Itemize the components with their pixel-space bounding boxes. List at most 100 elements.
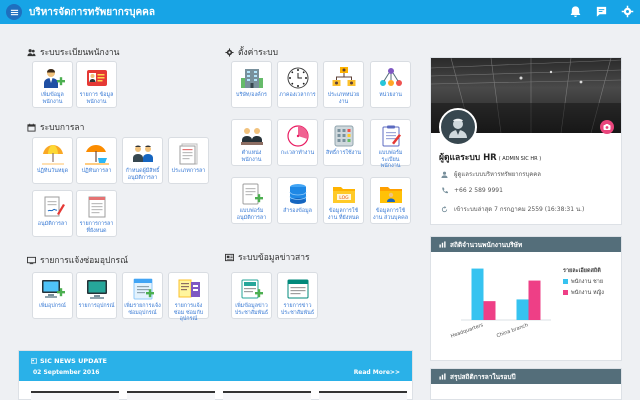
news-thumbnail[interactable] [31, 391, 119, 400]
beach-umbrella-icon [40, 142, 66, 166]
employee-stats-card: สถิติจำนวนพนักงานบริษัท Headquarters Chin… [430, 236, 622, 361]
repair-tools-icon [176, 277, 202, 301]
computer-icon [84, 277, 110, 301]
user-avatar-icon [449, 118, 467, 138]
tile-department[interactable]: ประเภทหน่วยงาน [323, 61, 364, 108]
tile-label: เพิ่มข้อมูลข่าว ประชาสัมพันธ์ [234, 303, 269, 316]
team-icon [130, 142, 156, 166]
bar-headquarters-series-1[interactable] [483, 301, 496, 320]
monitor-icon [27, 256, 36, 265]
section-leave-title: ระบบการลา [27, 120, 84, 134]
tile-label: อนุมัติการลา [37, 221, 68, 227]
tile-unit[interactable]: หน่วยงาน [370, 61, 411, 108]
news-list-icon [285, 277, 311, 301]
tile-company[interactable]: บริษัท/องค์กร [231, 61, 272, 108]
tile-form-setting[interactable]: แบบฟอร์ม อนุมัติการลา [231, 177, 272, 224]
tile-position[interactable]: ตำแหน่งพนักงาน [231, 119, 272, 166]
tile-label: กะเวลาทำงาน [280, 150, 315, 156]
tile-label: เพิ่มรายการแจ้ง ซ่อมอุปกรณ์ [124, 303, 161, 316]
legend-swatch [563, 290, 568, 295]
tile-label: รายการแจ้งซ่อม ซ่อมกับ อุปกรณ์ [173, 303, 204, 322]
news-update-card: SIC NEWS UPDATE 02 September 2016 Read M… [18, 350, 413, 400]
calendar-icon [27, 123, 36, 132]
section-employee-title: ระบบระเบียนพนักงาน [27, 45, 119, 59]
profile-name: ผู้ดูแลระบบ HR( ADMIN SIC HR ) [439, 153, 542, 163]
section-news-title: ระบบข้อมูลข่าวสาร [225, 250, 310, 264]
keypad-icon [331, 124, 357, 148]
leave-stats-card: สรุปสถิติการลาในรอบปี [430, 368, 622, 400]
tile-add-employee[interactable]: เพิ่มข้อมูล พนักงาน [32, 61, 73, 108]
section-settings-title: ตั้งค่าระบบ [225, 45, 278, 59]
add-employee-icon [40, 66, 66, 90]
tile-backup[interactable]: สำรองข้อมูล [277, 177, 318, 224]
settings-gear-icon[interactable] [620, 4, 634, 18]
bar-china-branch-series-0[interactable] [516, 299, 529, 320]
app-title: บริหารจัดการทรัพยากรบุคคล [29, 6, 156, 18]
tile-employee-list[interactable]: รายการ ข้อมูลพนักงาน [76, 61, 117, 108]
profile-phone-row: +66 2 589 9991 [441, 187, 503, 194]
tile-repair-list[interactable]: รายการแจ้งซ่อม ซ่อมกับ อุปกรณ์ [168, 272, 209, 322]
users-icon [27, 48, 36, 57]
tile-label: ภาคองเวลาการ [279, 92, 316, 98]
gear-icon [225, 47, 234, 57]
tile-label: ประเภทการลา [171, 168, 206, 174]
tile-label: รายการอุปกรณ์ [78, 303, 115, 309]
x-tick-label: China branch [496, 322, 529, 339]
bar-chart-icon [439, 373, 446, 380]
legend-item-female: พนักงาน หญิง [563, 289, 604, 297]
news-thumbnail[interactable] [127, 391, 215, 400]
repair-form-icon [130, 277, 156, 301]
tile-add-equipment[interactable]: เพิ่มอุปกรณ์ [32, 272, 73, 319]
tile-permission[interactable]: สิทธิ์การใช้งาน [323, 119, 364, 166]
read-more-link[interactable]: Read More>> [354, 369, 400, 376]
id-card-icon [84, 66, 110, 90]
news-thumbnail[interactable] [319, 391, 407, 400]
tile-label: ข้อมูลการใช้งาน ส่วนบุคคล [373, 208, 408, 221]
tile-work-time[interactable]: กะเวลาทำงาน [277, 119, 318, 166]
tile-usage-log[interactable]: LOG ข้อมูลการใช้งาน ที่ยังหนด [323, 177, 364, 224]
section-equipment-title: รายการแจ้งซ่อมอุปกรณ์ [27, 253, 128, 267]
network-icon [378, 66, 404, 90]
bar-china-branch-series-1[interactable] [528, 280, 541, 320]
news-thumbnail[interactable] [223, 391, 311, 400]
tile-label: แบบฟอร์ม ระเบียนพนักงาน [378, 150, 403, 169]
clock-dial-icon [285, 66, 311, 90]
tile-time-setting[interactable]: ภาคองเวลาการ [277, 61, 318, 108]
tile-label: แบบฟอร์ม อนุมัติการลา [236, 208, 267, 221]
form-add-icon [239, 182, 265, 206]
database-icon [285, 182, 311, 206]
tile-leave-list[interactable]: รายการการลา ที่ยังหนด [76, 190, 117, 237]
leave-stats-header: สรุปสถิติการลาในรอบปี [431, 369, 621, 384]
bar-headquarters-series-0[interactable] [471, 268, 484, 320]
menu-button[interactable] [6, 4, 22, 20]
tile-leave-approve[interactable]: อนุมัติการลา [32, 190, 73, 237]
add-news-icon [239, 277, 265, 301]
camera-icon[interactable] [600, 120, 614, 134]
notification-bell-icon[interactable] [568, 4, 582, 18]
bar-chart-icon [439, 241, 446, 248]
tile-label: หน่วยงาน [379, 92, 402, 98]
x-tick-label: Headquarters [450, 322, 485, 339]
message-icon[interactable] [594, 4, 608, 18]
hamburger-icon [10, 9, 18, 15]
tile-label: สำรองข้อมูล [283, 208, 312, 214]
tile-employee-form[interactable]: แบบฟอร์ม ระเบียนพนักงาน [370, 119, 411, 169]
tile-add-news[interactable]: เพิ่มข้อมูลข่าว ประชาสัมพันธ์ [231, 272, 272, 319]
tile-leave-approver[interactable]: กำหนดผู้มีสิทธิ์ อนุมัติการลา [122, 137, 163, 184]
avatar [439, 108, 477, 146]
profile-last-login-row: เข้าระบบล่าสุด 7 กรกฎาคม 2559 (16:38:31 … [441, 204, 584, 214]
building-icon [239, 66, 265, 90]
tile-equipment-list[interactable]: รายการอุปกรณ์ [76, 272, 117, 319]
tile-news-list[interactable]: รายการข่าว ประชาสัมพันธ์ [277, 272, 318, 319]
tile-leave-calendar[interactable]: ปฏิทินการลา [76, 137, 117, 184]
org-chart-icon [331, 66, 357, 90]
tile-personal-log[interactable]: ข้อมูลการใช้งาน ส่วนบุคคล [370, 177, 411, 224]
tile-holiday-calendar[interactable]: ปฏิทินวันหยุด [32, 137, 73, 184]
tile-leave-type[interactable]: ประเภทการลา [168, 137, 209, 184]
stats-header: สถิติจำนวนพนักงานบริษัท [431, 237, 621, 252]
tile-label: ตำแหน่งพนักงาน [241, 150, 262, 163]
tile-add-repair[interactable]: เพิ่มรายการแจ้ง ซ่อมอุปกรณ์ [122, 272, 163, 319]
add-computer-icon [40, 277, 66, 301]
tile-label: เพิ่มข้อมูล พนักงาน [41, 92, 64, 105]
pie-clock-icon [285, 124, 311, 148]
